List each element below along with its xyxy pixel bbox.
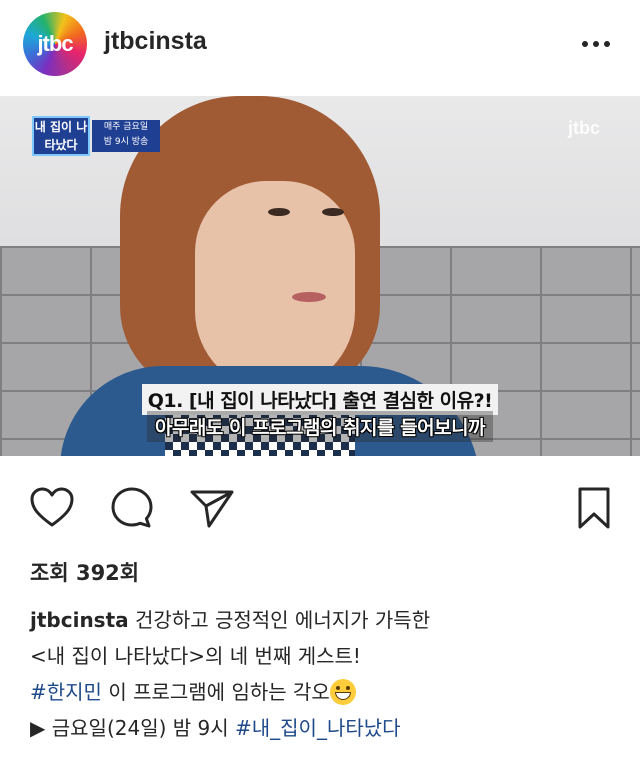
show-badge: 내 집이 나타났다 매주 금요일 밤 9시 방송 (32, 116, 160, 156)
person-eye-left (268, 208, 290, 216)
more-options-icon[interactable] (578, 38, 614, 50)
caption-text-3: 이 프로그램에 임하는 각오 (108, 680, 330, 704)
heart-icon[interactable] (28, 484, 76, 532)
view-count[interactable]: 조회 392회 (30, 557, 139, 587)
caption-line-3: #한지민 이 프로그램에 임하는 각오 (30, 674, 620, 710)
caption-line-1: jtbcinsta 건강하고 긍정적인 에너지가 가득한 (30, 602, 620, 638)
action-bar (0, 480, 640, 536)
caption-text-2: <내 집이 나타났다>의 네 번째 게스트! (30, 644, 361, 668)
broadcaster-watermark: jtbc (568, 118, 601, 138)
show-schedule: 매주 금요일 밤 9시 방송 (92, 120, 160, 152)
person-eye-right (322, 208, 344, 216)
caption-text-4: ▶ 금요일(24일) 밤 9시 (30, 716, 229, 740)
show-logo: 내 집이 나타났다 (32, 116, 90, 156)
post-header: jtbc jtbcinsta (0, 0, 640, 90)
video-media[interactable]: 내 집이 나타났다 매주 금요일 밤 9시 방송 jtbc Q1. [내 집이 … (0, 96, 640, 456)
show-schedule-line2: 밤 9시 방송 (103, 137, 149, 147)
hashtag-link[interactable]: #한지민 (30, 680, 102, 704)
hashtag-link-show[interactable]: #내_집이_나타났다 (235, 716, 401, 740)
subtitle-answer-text: 아무래도 이 프로그램의 취지를 들어보니까 (146, 411, 494, 442)
post-username[interactable]: jtbcinsta (104, 27, 207, 56)
caption-username[interactable]: jtbcinsta (30, 608, 129, 632)
subtitle-answer: 아무래도 이 프로그램의 취지를 들어보니까 (0, 411, 640, 442)
caption-line-2: <내 집이 나타났다>의 네 번째 게스트! (30, 638, 620, 674)
grinning-face-icon (329, 679, 356, 705)
comment-icon[interactable] (108, 484, 156, 532)
avatar-logo-text: jtbc (37, 31, 73, 56)
person-lips (292, 292, 326, 302)
caption-line-4: ▶ 금요일(24일) 밤 9시 #내_집이_나타났다 (30, 710, 620, 746)
bookmark-icon[interactable] (572, 484, 616, 532)
post-caption: jtbcinsta 건강하고 긍정적인 에너지가 가득한 <내 집이 나타났다>… (30, 602, 620, 746)
avatar[interactable]: jtbc (23, 12, 87, 76)
show-schedule-line1: 매주 금요일 (103, 122, 149, 132)
caption-text-1: 건강하고 긍정적인 에너지가 가득한 (135, 608, 431, 632)
share-icon[interactable] (188, 484, 236, 532)
